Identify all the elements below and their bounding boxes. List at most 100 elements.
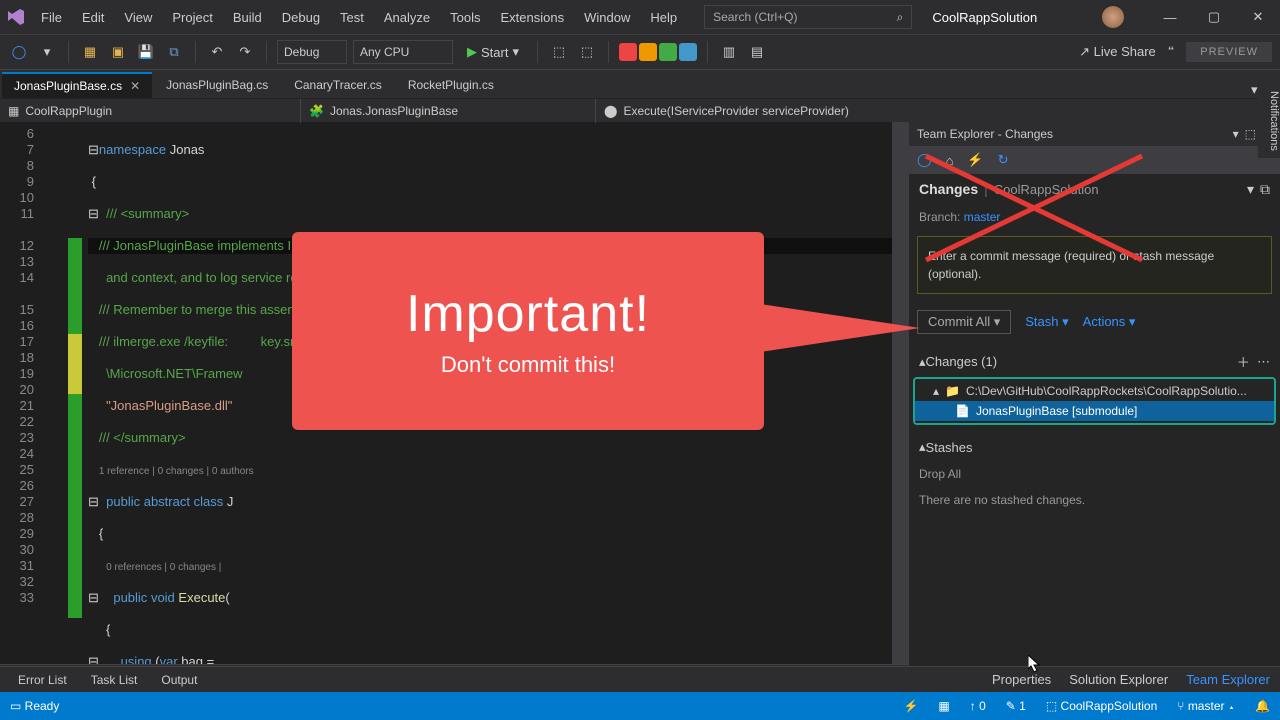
menu-help[interactable]: Help — [641, 4, 686, 31]
stash-link[interactable]: Stash ▾ — [1025, 314, 1068, 330]
panel-tab[interactable]: Error List — [6, 669, 79, 691]
actions-link[interactable]: Actions ▾ — [1083, 314, 1136, 330]
te-actions: Commit All ▾ Stash ▾ Actions ▾ — [909, 300, 1280, 346]
source-control-icon[interactable]: ▦ — [938, 699, 949, 713]
menu-analyze[interactable]: Analyze — [375, 4, 439, 31]
commit-button[interactable]: Commit All ▾ — [917, 310, 1011, 334]
popout-icon[interactable]: ⧉ — [1260, 181, 1270, 198]
properties-tab[interactable]: Properties — [992, 672, 1051, 687]
menu-build[interactable]: Build — [224, 4, 271, 31]
chevron-down-icon[interactable]: ▾ — [1247, 181, 1254, 198]
bottom-tabs-left: Error ListTask ListOutput — [0, 669, 209, 691]
branch-row: Branch: master — [909, 204, 1280, 230]
callout-annotation: Important! Don't commit this! — [292, 232, 764, 430]
nav-fwd-icon[interactable]: ▾ — [36, 41, 58, 63]
publish-status[interactable]: ↑ 0 — [970, 699, 986, 713]
feedback-icon[interactable]: 🙶 — [1168, 44, 1175, 60]
no-stashes-text: There are no stashed changes. — [909, 487, 1280, 513]
open-icon[interactable]: ▣ — [107, 41, 129, 63]
minimize-button[interactable]: — — [1148, 0, 1192, 34]
search-placeholder: Search (Ctrl+Q) — [713, 10, 797, 24]
menu-file[interactable]: File — [32, 4, 71, 31]
tab-file[interactable]: RocketPlugin.cs — [396, 72, 506, 98]
fold-gutter — [48, 122, 86, 664]
close-button[interactable]: ✕ — [1236, 0, 1280, 34]
changes-tree: ▴ 📁 C:\Dev\GitHub\CoolRappRockets\CoolRa… — [913, 377, 1276, 425]
branch-link[interactable]: master — [964, 210, 1001, 224]
solution-explorer-tab[interactable]: Solution Explorer — [1069, 672, 1168, 687]
start-button[interactable]: ▶Start ▾ — [459, 40, 527, 64]
drop-all-link[interactable]: Drop All — [909, 461, 1280, 487]
nav-back-icon[interactable]: ◯ — [8, 41, 30, 63]
new-file-icon[interactable]: ▦ — [79, 41, 101, 63]
tree-root[interactable]: ▴ 📁 C:\Dev\GitHub\CoolRappRockets\CoolRa… — [915, 381, 1274, 401]
menu-project[interactable]: Project — [163, 4, 221, 31]
scrollbar[interactable] — [892, 122, 908, 664]
callout-title: Important! — [406, 284, 650, 344]
changes-section[interactable]: ▴ Changes (1)＋ ⋯ — [909, 346, 1280, 377]
home-icon[interactable]: ⌂ — [946, 153, 954, 168]
refresh-icon[interactable]: ↻ — [998, 152, 1009, 168]
notifications-tab[interactable]: Notifications — [1258, 78, 1280, 158]
save-all-icon[interactable]: ⧉ — [163, 41, 185, 63]
lightning-icon[interactable]: ⚡ — [903, 699, 918, 713]
solution-name: CoolRappSolution — [932, 10, 1102, 25]
dropdown-icon[interactable]: ▾ — [1233, 127, 1239, 141]
tree-item-submodule[interactable]: 📄 JonasPluginBase [submodule] — [915, 401, 1274, 421]
back-icon[interactable]: ◯ — [917, 152, 932, 168]
tab-file[interactable]: JonasPluginBase.cs✕ — [2, 72, 152, 98]
status-solution[interactable]: ⬚ CoolRappSolution — [1046, 699, 1157, 713]
te-toolbar: ◯ ⌂ ⚡ ↻ — [909, 146, 1280, 174]
connect-icon[interactable]: ⚡ — [967, 152, 983, 168]
plus-icon[interactable]: ＋ — [1237, 352, 1250, 371]
more-icon[interactable]: ⋯ — [1257, 354, 1270, 370]
maximize-button[interactable]: ▢ — [1192, 0, 1236, 34]
ext-icon-2[interactable] — [639, 43, 657, 61]
bell-icon[interactable]: 🔔 — [1255, 699, 1270, 713]
bottom-panel-tabs: Error ListTask ListOutput Properties Sol… — [0, 666, 1280, 692]
ext-icon-1[interactable] — [619, 43, 637, 61]
type-dropdown[interactable]: 🧩 Jonas.JonasPluginBase — [300, 99, 595, 123]
step2-icon[interactable]: ⬚ — [576, 41, 598, 63]
team-explorer-tab[interactable]: Team Explorer — [1186, 672, 1270, 687]
platform-dropdown[interactable]: Any CPU — [353, 40, 453, 64]
search-input[interactable]: Search (Ctrl+Q) ⌕ — [704, 5, 912, 29]
box2-icon[interactable]: ▤ — [746, 41, 768, 63]
panel-tab[interactable]: Output — [149, 669, 209, 691]
avatar[interactable] — [1102, 6, 1124, 28]
te-header: Changes|CoolRappSolution ▾⧉ — [909, 174, 1280, 204]
step-icon[interactable]: ⬚ — [548, 41, 570, 63]
menu-extensions[interactable]: Extensions — [492, 4, 574, 31]
status-bar: ▭ Ready ⚡ ▦ ↑ 0 ✎ 1 ⬚ CoolRappSolution ⑂… — [0, 692, 1280, 720]
status-ready: ▭ Ready — [10, 699, 59, 713]
member-dropdown[interactable]: ⬤ Execute(IServiceProvider serviceProvid… — [595, 99, 908, 123]
menu-window[interactable]: Window — [575, 4, 639, 31]
menu-debug[interactable]: Debug — [273, 4, 329, 31]
callout-sub: Don't commit this! — [441, 352, 615, 378]
navigation-bar: ▦ CoolRappPlugin 🧩 Jonas.JonasPluginBase… — [0, 98, 1280, 122]
menu-test[interactable]: Test — [331, 4, 373, 31]
redo-icon[interactable]: ↷ — [234, 41, 256, 63]
stashes-section[interactable]: ▴ Stashes — [909, 433, 1280, 461]
tab-file[interactable]: JonasPluginBag.cs — [154, 72, 280, 98]
scope-dropdown[interactable]: ▦ CoolRappPlugin — [0, 99, 300, 123]
ext-icon-4[interactable] — [679, 43, 697, 61]
ext-icon-3[interactable] — [659, 43, 677, 61]
undo-icon[interactable]: ↶ — [206, 41, 228, 63]
preview-button[interactable]: PREVIEW — [1186, 42, 1272, 62]
menu-edit[interactable]: Edit — [73, 4, 113, 31]
toolbar: ◯ ▾ ▦ ▣ 💾 ⧉ ↶ ↷ Debug Any CPU ▶Start ▾ ⬚… — [0, 34, 1280, 70]
box-icon[interactable]: ▥ — [718, 41, 740, 63]
config-dropdown[interactable]: Debug — [277, 40, 347, 64]
pin-icon[interactable]: ⬚ — [1245, 127, 1256, 141]
tab-file[interactable]: CanaryTracer.cs — [282, 72, 394, 98]
commit-msg-input[interactable]: Enter a commit message (required) or sta… — [917, 236, 1272, 294]
panel-tab[interactable]: Task List — [79, 669, 150, 691]
status-branch[interactable]: ⑂ master ▴ — [1177, 699, 1235, 713]
save-icon[interactable]: 💾 — [135, 41, 157, 63]
live-share-button[interactable]: ↗ Live Share — [1079, 44, 1156, 60]
close-tab-icon[interactable]: ✕ — [130, 79, 140, 93]
pending-changes[interactable]: ✎ 1 — [1006, 699, 1026, 713]
menu-view[interactable]: View — [115, 4, 161, 31]
menu-tools[interactable]: Tools — [441, 4, 489, 31]
